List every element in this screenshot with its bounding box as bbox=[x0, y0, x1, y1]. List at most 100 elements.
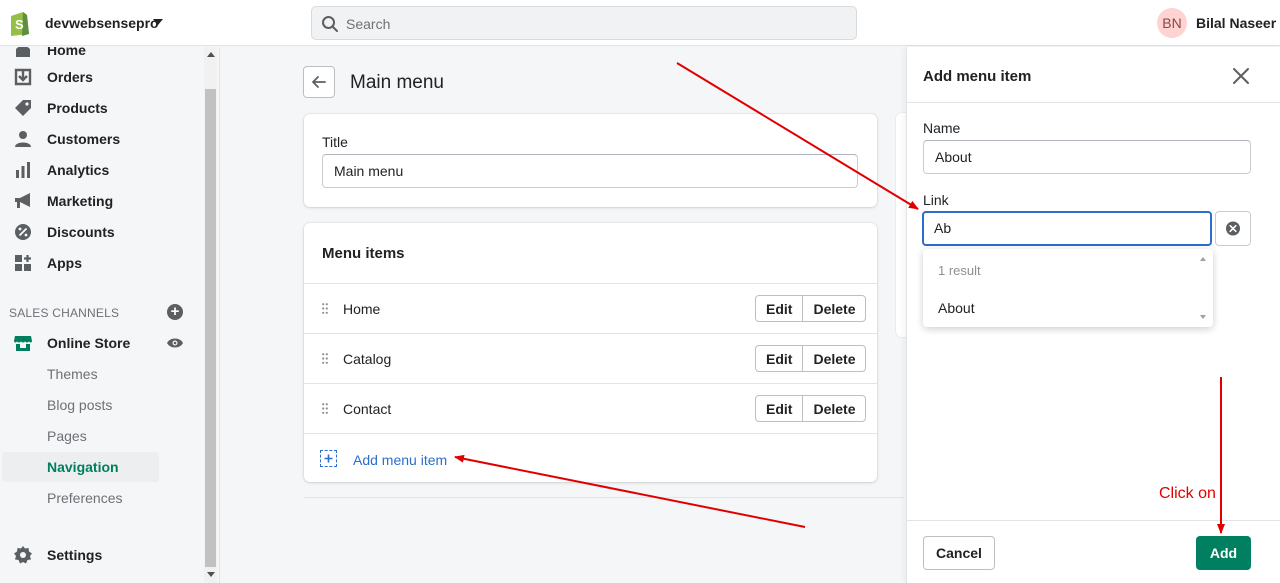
sidebar-item-settings[interactable]: Settings bbox=[0, 540, 200, 568]
menu-item-name: Catalog bbox=[343, 351, 392, 367]
sidebar-item-label: Customers bbox=[47, 131, 121, 147]
discount-icon bbox=[15, 224, 31, 240]
arrow-left-icon bbox=[312, 76, 326, 88]
delete-button[interactable]: Delete bbox=[802, 346, 865, 371]
sidebar-item-label: Online Store bbox=[47, 335, 131, 351]
search-input[interactable]: Search bbox=[311, 6, 857, 40]
sidebar-item-marketing[interactable]: Marketing bbox=[0, 186, 200, 214]
sidebar-subitem-label: Navigation bbox=[47, 459, 119, 475]
sidebar-subitem-themes[interactable]: Themes bbox=[2, 359, 159, 389]
drag-handle-icon[interactable] bbox=[322, 303, 328, 314]
store-name[interactable]: devwebsensepro bbox=[45, 15, 159, 31]
scroll-up-icon[interactable] bbox=[1200, 257, 1206, 261]
link-field[interactable]: Ab bbox=[922, 211, 1212, 246]
edit-button[interactable]: Edit bbox=[756, 346, 802, 371]
megaphone-icon bbox=[15, 193, 30, 208]
panel-title: Add menu item bbox=[923, 68, 1032, 85]
scroll-thumb[interactable] bbox=[205, 89, 216, 567]
title-card: Title Main menu bbox=[304, 114, 877, 207]
sidebar-item-label: Marketing bbox=[47, 193, 114, 209]
sidebar-subitem-pages[interactable]: Pages bbox=[2, 421, 159, 451]
sidebar-item-apps[interactable]: Apps bbox=[0, 248, 200, 276]
panel-footer-divider bbox=[907, 520, 1280, 521]
menu-item-row[interactable]: Contact Edit Delete bbox=[304, 383, 877, 433]
drag-handle-icon[interactable] bbox=[322, 403, 328, 414]
drag-handle-icon[interactable] bbox=[322, 353, 328, 364]
home-icon bbox=[16, 47, 30, 57]
store-icon bbox=[14, 336, 32, 351]
sidebar-item-customers[interactable]: Customers bbox=[0, 124, 200, 152]
sidebar-item-products[interactable]: Products bbox=[0, 93, 200, 121]
add-menu-item-panel: Add menu item Name About Link Ab 1 resul… bbox=[906, 47, 1280, 583]
sidebar: Home Orders Products Customers Analytics… bbox=[0, 47, 220, 583]
edit-button[interactable]: Edit bbox=[756, 396, 802, 421]
search-icon bbox=[322, 16, 338, 32]
add-item-icon bbox=[320, 450, 337, 467]
menu-item-name: Home bbox=[343, 301, 381, 317]
sidebar-item-orders[interactable]: Orders bbox=[0, 62, 200, 90]
sidebar-item-label: Orders bbox=[47, 69, 93, 85]
sidebar-subitem-blog-posts[interactable]: Blog posts bbox=[2, 390, 159, 420]
search-placeholder: Search bbox=[346, 16, 391, 32]
edit-button[interactable]: Edit bbox=[756, 296, 802, 321]
delete-button[interactable]: Delete bbox=[802, 396, 865, 421]
suggestion-option[interactable]: About bbox=[938, 300, 975, 316]
add-button[interactable]: Add bbox=[1196, 536, 1251, 570]
add-menu-item-link[interactable]: Add menu item bbox=[353, 452, 447, 468]
menu-item-actions: Edit Delete bbox=[755, 395, 867, 422]
user-name[interactable]: Bilal Naseer bbox=[1196, 15, 1276, 31]
annotation-text: Click on bbox=[1159, 485, 1216, 502]
sidebar-item-label: Analytics bbox=[47, 162, 110, 178]
add-channel-icon[interactable]: + bbox=[167, 304, 183, 320]
title-field[interactable]: Main menu bbox=[322, 154, 858, 188]
sidebar-subitem-navigation[interactable]: Navigation bbox=[2, 452, 159, 482]
cancel-button[interactable]: Cancel bbox=[923, 536, 995, 570]
avatar[interactable]: BN bbox=[1157, 8, 1187, 38]
back-button[interactable] bbox=[303, 66, 335, 98]
menu-item-row[interactable]: Catalog Edit Delete bbox=[304, 333, 877, 383]
sidebar-subitem-label: Preferences bbox=[47, 490, 123, 506]
apps-icon bbox=[15, 255, 31, 271]
orders-icon bbox=[14, 68, 32, 86]
panel-divider bbox=[907, 102, 1280, 103]
title-label: Title bbox=[322, 134, 348, 150]
menu-item-actions: Edit Delete bbox=[755, 345, 867, 372]
sidebar-subitem-label: Blog posts bbox=[47, 397, 113, 413]
add-menu-item-row[interactable]: Add menu item bbox=[304, 433, 877, 482]
scroll-up-icon[interactable] bbox=[207, 52, 215, 57]
delete-button[interactable]: Delete bbox=[802, 296, 865, 321]
caret-down-icon[interactable] bbox=[153, 19, 163, 25]
menu-item-name: Contact bbox=[343, 401, 392, 417]
sidebar-item-discounts[interactable]: Discounts bbox=[0, 217, 200, 245]
eye-icon[interactable] bbox=[166, 337, 184, 349]
result-count: 1 result bbox=[938, 263, 981, 278]
scroll-down-icon[interactable] bbox=[1200, 315, 1206, 319]
sidebar-item-home[interactable]: Home bbox=[0, 47, 200, 63]
menu-item-row[interactable]: Home Edit Delete bbox=[304, 283, 877, 333]
shopify-logo-icon[interactable]: S bbox=[8, 10, 30, 36]
tag-icon bbox=[15, 100, 31, 116]
menu-items-card: Menu items Home Edit Delete Catalog Edit… bbox=[304, 223, 877, 482]
sidebar-item-analytics[interactable]: Analytics bbox=[0, 155, 200, 183]
top-bar: S devwebsensepro Search BN Bilal Naseer bbox=[0, 0, 1280, 46]
sidebar-subitem-label: Themes bbox=[47, 366, 98, 382]
section-header-sales-channels: SALES CHANNELS bbox=[9, 306, 120, 320]
menu-items-header: Menu items bbox=[322, 245, 405, 262]
clear-link-button[interactable] bbox=[1215, 211, 1251, 246]
sidebar-item-label: Home bbox=[47, 47, 86, 58]
bar-chart-icon bbox=[16, 162, 30, 178]
divider bbox=[304, 497, 904, 498]
sidebar-subitem-preferences[interactable]: Preferences bbox=[2, 483, 159, 513]
gear-icon bbox=[14, 546, 32, 564]
name-label: Name bbox=[923, 120, 961, 136]
sidebar-item-label: Discounts bbox=[47, 224, 115, 240]
sidebar-item-label: Settings bbox=[47, 547, 103, 563]
sidebar-scrollbar[interactable] bbox=[204, 47, 217, 583]
close-icon[interactable] bbox=[1231, 66, 1251, 86]
svg-text:S: S bbox=[15, 17, 24, 32]
sidebar-subitem-label: Pages bbox=[47, 428, 87, 444]
scroll-down-icon[interactable] bbox=[207, 572, 215, 577]
person-icon bbox=[15, 131, 31, 147]
menu-item-actions: Edit Delete bbox=[755, 295, 867, 322]
name-field[interactable]: About bbox=[923, 140, 1251, 174]
